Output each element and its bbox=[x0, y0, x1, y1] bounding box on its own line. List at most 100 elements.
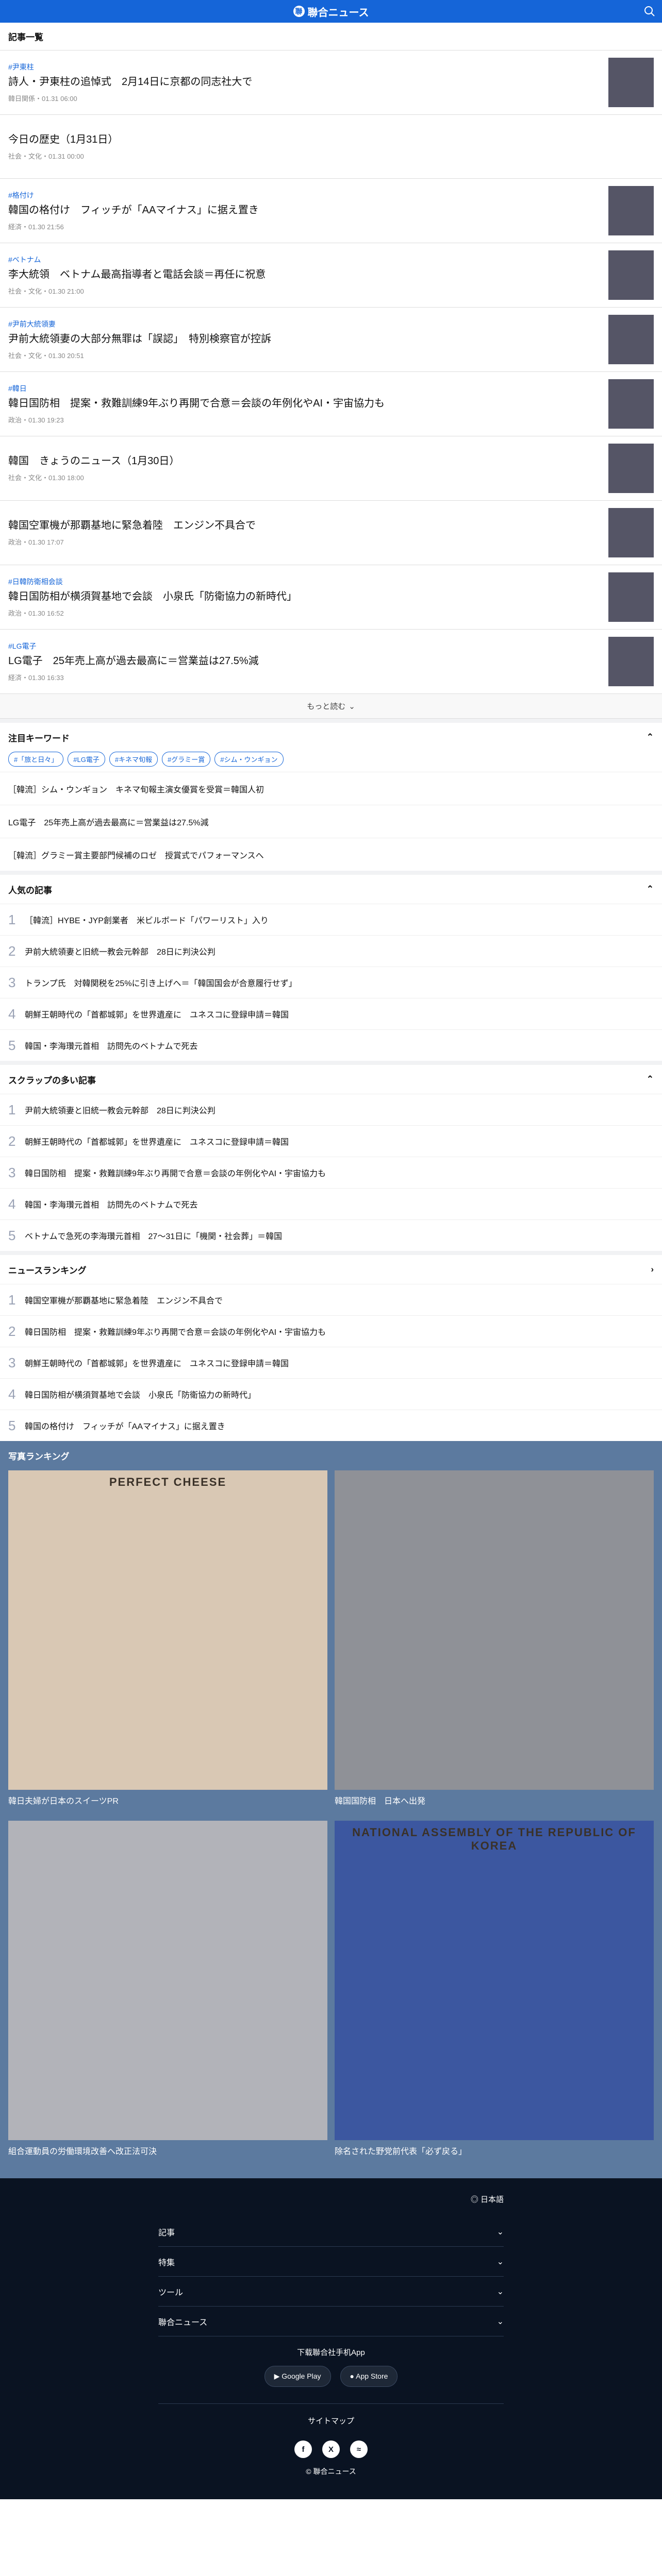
article-item[interactable]: 韓国 きょうのニュース（1月30日） 社会・文化・01.30 18:00 bbox=[0, 436, 662, 501]
article-headline[interactable]: 韓国の格付け フィッチが「AAマイナス」に据え置き bbox=[8, 204, 598, 217]
keyword-chip[interactable]: #LG電子 bbox=[68, 752, 105, 767]
article-tag[interactable]: #格付け bbox=[8, 190, 598, 200]
language-selector[interactable]: ◎ 日本語 bbox=[158, 2194, 504, 2205]
photo-image[interactable]: PERFECT CHEESE bbox=[8, 1470, 327, 1790]
article-headline[interactable]: 韓国空軍機が那覇基地に緊急着陸 エンジン不具合で bbox=[8, 519, 598, 533]
keyword-article[interactable]: ［韓流］シム・ウンギョン キネマ旬報主演女優賞を受賞＝韓国人初 bbox=[0, 772, 662, 805]
chevron-up-icon[interactable]: ⌃ bbox=[647, 732, 654, 742]
photo-card[interactable]: 韓国国防相 日本へ出発 bbox=[335, 1470, 654, 1814]
x-icon[interactable]: X bbox=[322, 2441, 340, 2458]
chevron-right-icon[interactable]: › bbox=[651, 1264, 654, 1275]
article-tag[interactable]: #ベトナム bbox=[8, 255, 598, 265]
article-headline[interactable]: 韓日国防相が横須賀基地で会談 小泉氏「防衛協力の新時代」 bbox=[8, 590, 598, 604]
photo-caption[interactable]: 韓日夫婦が日本のスイーツPR bbox=[8, 1794, 327, 1806]
article-item[interactable]: #LG電子 LG電子 25年売上高が過去最高に＝営業益は27.5%減 経済・01.3… bbox=[0, 630, 662, 694]
popular-header[interactable]: 人気の記事 ⌃ bbox=[0, 875, 662, 904]
ranking-item[interactable]: 2 韓日国防相 提案・救難訓練9年ぶり再開で合意＝会談の年例化やAI・宇宙協力も bbox=[0, 1315, 662, 1347]
keyword-chip[interactable]: #「旅と日々」 bbox=[8, 752, 64, 767]
article-thumbnail[interactable] bbox=[608, 637, 654, 686]
search-icon[interactable] bbox=[643, 5, 656, 18]
popular-list: 1 ［韓流］HYBE・JYP創業者 米ビルボード「パワーリスト」入り 2 尹前大統領妻… bbox=[0, 904, 662, 1061]
article-item[interactable]: #日韓防衛相会談 韓日国防相が横須賀基地で会談 小泉氏「防衛協力の新時代」 政治・0… bbox=[0, 565, 662, 630]
popular-item[interactable]: 5 韓国・李海瓚元首相 訪問先のベトナムで死去 bbox=[0, 1029, 662, 1061]
photo-caption[interactable]: 除名された野党前代表「必ず戻る」 bbox=[335, 2144, 654, 2157]
keyword-header[interactable]: 注目キーワード ⌃ bbox=[0, 723, 662, 752]
keyword-article[interactable]: LG電子 25年売上高が過去最高に＝営業益は27.5%減 bbox=[0, 805, 662, 838]
photo-image[interactable] bbox=[335, 1470, 654, 1790]
keyword-section: 注目キーワード ⌃ #「旅と日々」 #LG電子 #キネマ旬報 #グラミー賞 #シム・ウンギ… bbox=[0, 719, 662, 871]
article-thumbnail[interactable] bbox=[608, 572, 654, 622]
sitemap-link[interactable]: サイトマップ bbox=[158, 2403, 504, 2426]
footer-menu-item[interactable]: 特集 ⌄ bbox=[158, 2247, 504, 2277]
ranking-item[interactable]: 5 韓国の格付け フィッチが「AAマイナス」に据え置き bbox=[0, 1410, 662, 1441]
keyword-chip[interactable]: #キネマ旬報 bbox=[109, 752, 158, 767]
article-headline[interactable]: 韓日国防相 提案・救難訓練9年ぶり再開で合意＝会談の年例化やAI・宇宙協力も bbox=[8, 397, 598, 411]
article-item[interactable]: #尹東柱 詩人・尹東柱の追悼式 2月14日に京都の同志社大で 韓日関係・01.31 … bbox=[0, 50, 662, 115]
ranking-header[interactable]: ニュースランキング › bbox=[0, 1255, 662, 1284]
scrap-item[interactable]: 4 韓国・李海瓚元首相 訪問先のベトナムで死去 bbox=[0, 1188, 662, 1219]
article-tag[interactable]: #韓日 bbox=[8, 383, 598, 394]
keyword-chip[interactable]: #グラミー賞 bbox=[162, 752, 211, 767]
article-item[interactable]: #韓日韓日国防相 提案・救難訓練9年ぶり再開で合意＝会談の年例化やAI・宇宙協力… bbox=[0, 372, 662, 436]
ranking-headline: 韓日国防相が横須賀基地で会談 小泉氏「防衛協力の新時代」 bbox=[25, 1391, 256, 1400]
ranking-item[interactable]: 1 韓国空軍機が那覇基地に緊急着陸 エンジン不具合で bbox=[0, 1284, 662, 1315]
popular-item[interactable]: 3 トランプ氏 対韓関税を25%に引き上げへ＝「韓国国会が合意履行せず」 bbox=[0, 967, 662, 998]
article-headline[interactable]: 詩人・尹東柱の追悼式 2月14日に京都の同志社大で bbox=[8, 75, 598, 89]
scrap-header[interactable]: スクラップの多い記事 ⌃ bbox=[0, 1065, 662, 1094]
popular-item[interactable]: 4 朝鮮王朝時代の「首都城郭」を世界遺産に ユネスコに登録申請＝韓国 bbox=[0, 998, 662, 1029]
article-meta: 社会・文化・01.30 21:00 bbox=[8, 287, 84, 295]
article-thumbnail[interactable] bbox=[608, 379, 654, 429]
photo-image[interactable] bbox=[8, 1821, 327, 2140]
article-tag[interactable]: #日韓防衛相会談 bbox=[8, 577, 598, 587]
site-logo[interactable]: 聯聯合ニュース bbox=[293, 4, 369, 19]
keyword-article[interactable]: ［韓流］グラミー賞主要部門候補のロゼ 授賞式でパフォーマンスへ bbox=[0, 838, 662, 871]
footer-menu-item[interactable]: 記事 ⌄ bbox=[158, 2217, 504, 2247]
article-item[interactable]: #尹前大統領妻 尹前大統領妻の大部分無罪は「誤認」 特別検察官が控訴 社会・文化・0… bbox=[0, 308, 662, 372]
chevron-up-icon[interactable]: ⌃ bbox=[647, 884, 654, 894]
popular-item[interactable]: 1 ［韓流］HYBE・JYP創業者 米ビルボード「パワーリスト」入り bbox=[0, 904, 662, 935]
article-item[interactable]: 今日の歴史（1月31日） 社会・文化・01.31 00:00 bbox=[0, 115, 662, 179]
rss-icon[interactable]: ≈ bbox=[350, 2441, 368, 2458]
facebook-icon[interactable]: f bbox=[294, 2441, 312, 2458]
app-store-button[interactable]: ● App Store bbox=[340, 2366, 398, 2387]
scrap-item[interactable]: 1 尹前大統領妻と旧統一教会元幹部 28日に判決公判 bbox=[0, 1094, 662, 1125]
article-headline[interactable]: 李大統領 ベトナム最高指導者と電話会談＝再任に祝意 bbox=[8, 268, 598, 282]
article-item[interactable]: 韓国空軍機が那覇基地に緊急着陸 エンジン不具合で 政治・01.30 17:07 bbox=[0, 501, 662, 565]
scrap-item[interactable]: 5 ベトナムで急死の李海瓚元首相 27～31日に「機関・社会葬」＝韓国 bbox=[0, 1219, 662, 1251]
photo-card[interactable]: NATIONAL ASSEMBLY OF THE REPUBLIC OF KOR… bbox=[335, 1821, 654, 2164]
article-headline[interactable]: 尹前大統領妻の大部分無罪は「誤認」 特別検察官が控訴 bbox=[8, 332, 598, 346]
article-thumbnail[interactable] bbox=[608, 58, 654, 107]
keyword-chip[interactable]: #シム・ウンギョン bbox=[214, 752, 284, 767]
article-thumbnail[interactable] bbox=[608, 508, 654, 557]
article-tag[interactable]: #尹東柱 bbox=[8, 62, 598, 72]
footer-menu-item[interactable]: 聯合ニュース ⌄ bbox=[158, 2307, 504, 2336]
footer-menu-item[interactable]: ツール ⌄ bbox=[158, 2277, 504, 2307]
photo-card[interactable]: PERFECT CHEESE 韓日夫婦が日本のスイーツPR bbox=[8, 1470, 327, 1814]
chevron-up-icon[interactable]: ⌃ bbox=[647, 1074, 654, 1084]
photo-caption[interactable]: 韓国国防相 日本へ出発 bbox=[335, 1794, 654, 1806]
photo-card[interactable]: 組合運動員の労働環境改善へ改正法可決 bbox=[8, 1821, 327, 2164]
article-tag[interactable]: #LG電子 bbox=[8, 641, 598, 651]
popular-item[interactable]: 2 尹前大統領妻と旧統一教会元幹部 28日に判決公判 bbox=[0, 935, 662, 967]
scrap-item[interactable]: 2 朝鮮王朝時代の「首都城郭」を世界遺産に ユネスコに登録申請＝韓国 bbox=[0, 1125, 662, 1157]
article-thumbnail[interactable] bbox=[608, 186, 654, 235]
read-more-button[interactable]: もっと読む ⌄ bbox=[0, 694, 662, 719]
play-icon: ▶ bbox=[274, 2372, 282, 2380]
language-label: 日本語 bbox=[480, 2195, 504, 2204]
photo-caption[interactable]: 組合運動員の労働環境改善へ改正法可決 bbox=[8, 2144, 327, 2157]
ranking-item[interactable]: 4 韓日国防相が横須賀基地で会談 小泉氏「防衛協力の新時代」 bbox=[0, 1378, 662, 1410]
article-headline[interactable]: 今日の歴史（1月31日） bbox=[8, 133, 643, 147]
photo-image[interactable]: NATIONAL ASSEMBLY OF THE REPUBLIC OF KOR… bbox=[335, 1821, 654, 2140]
article-headline[interactable]: LG電子 25年売上高が過去最高に＝営業益は27.5%減 bbox=[8, 654, 598, 668]
article-item[interactable]: #格付け 韓国の格付け フィッチが「AAマイナス」に据え置き 経済・01.30 21… bbox=[0, 179, 662, 243]
article-tag[interactable]: #尹前大統領妻 bbox=[8, 319, 598, 329]
article-item[interactable]: #ベトナム李大統領 ベトナム最高指導者と電話会談＝再任に祝意社会・文化・01.3… bbox=[0, 243, 662, 308]
ranking-item[interactable]: 3 朝鮮王朝時代の「首都城郭」を世界遺産に ユネスコに登録申請＝韓国 bbox=[0, 1347, 662, 1378]
article-thumbnail[interactable] bbox=[608, 250, 654, 300]
article-headline[interactable]: 韓国 きょうのニュース（1月30日） bbox=[8, 454, 598, 468]
article-thumbnail[interactable] bbox=[608, 444, 654, 493]
scrap-item[interactable]: 3 韓日国防相 提案・救難訓練9年ぶり再開で合意＝会談の年例化やAI・宇宙協力も bbox=[0, 1157, 662, 1188]
article-thumbnail[interactable] bbox=[608, 315, 654, 364]
popular-headline: 朝鮮王朝時代の「首都城郭」を世界遺産に ユネスコに登録申請＝韓国 bbox=[25, 1011, 289, 1020]
google-play-button[interactable]: ▶ Google Play bbox=[264, 2366, 331, 2387]
